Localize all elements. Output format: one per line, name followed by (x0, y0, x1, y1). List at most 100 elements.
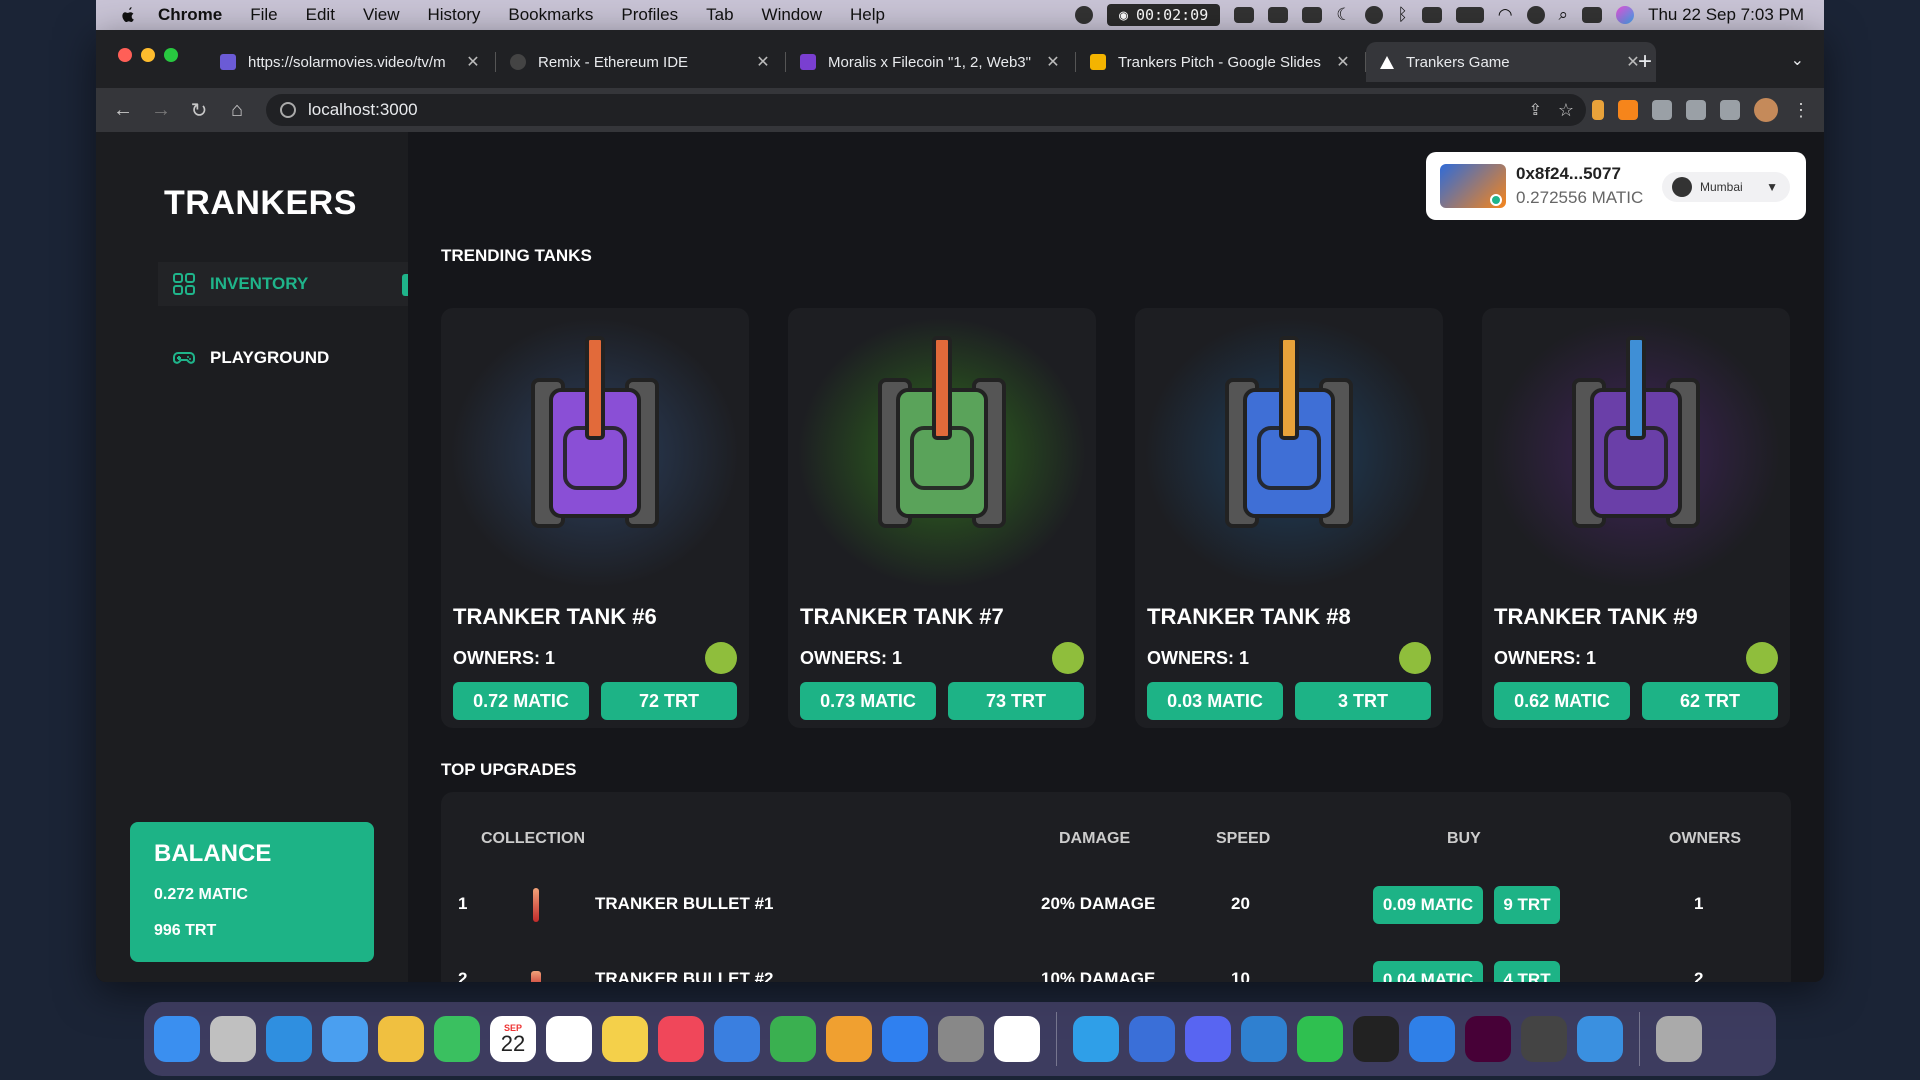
remix-icon[interactable] (1129, 1016, 1175, 1062)
keyboard-icon[interactable] (1421, 7, 1442, 23)
pages-icon[interactable] (826, 1016, 872, 1062)
side-panel-icon[interactable] (1720, 100, 1740, 120)
play-icon[interactable] (1365, 6, 1384, 24)
battery-icon[interactable] (1455, 7, 1484, 23)
profile-avatar[interactable] (1754, 98, 1778, 122)
menu-window[interactable]: Window (762, 5, 822, 25)
tab-search-chevron-icon[interactable]: ⌄ (1791, 50, 1804, 70)
buy-trt-button[interactable]: 72 TRT (601, 682, 737, 720)
finder-icon[interactable] (154, 1016, 200, 1062)
calendar-icon[interactable]: SEP 22 (490, 1016, 536, 1062)
buy-matic-button[interactable]: 0.73 MATIC (800, 682, 936, 720)
close-tab-icon[interactable]: ✕ (1044, 52, 1062, 72)
mouse-icon[interactable] (1302, 7, 1323, 23)
mail-icon[interactable] (322, 1016, 368, 1062)
buy-matic-button[interactable]: 0.62 MATIC (1494, 682, 1630, 720)
buy-trt-button[interactable]: 4 TRT (1494, 961, 1560, 982)
wallet-address[interactable]: 0x8f24...5077 (1516, 164, 1643, 184)
close-tab-icon[interactable]: ✕ (1334, 52, 1352, 72)
buy-trt-button[interactable]: 9 TRT (1494, 886, 1560, 924)
spotlight-icon[interactable]: ⌕ (1559, 5, 1569, 25)
tab-remix[interactable]: Remix - Ethereum IDE ✕ (496, 42, 786, 82)
buy-trt-button[interactable]: 3 TRT (1295, 682, 1431, 720)
metamask-extension-icon[interactable] (1618, 100, 1638, 120)
puzzle-extensions-icon[interactable] (1652, 100, 1672, 120)
whatsapp-icon[interactable] (1297, 1016, 1343, 1062)
close-tab-icon[interactable]: ✕ (754, 52, 772, 72)
terminal-icon[interactable] (1353, 1016, 1399, 1062)
tab-moralis[interactable]: Moralis x Filecoin "1, 2, Web3" ✕ (786, 42, 1076, 82)
quicktime-icon[interactable] (1521, 1016, 1567, 1062)
tank-card[interactable]: TRANKER TANK #7 OWNERS: 1 0.73 MATIC 73 … (788, 308, 1096, 728)
vscode-icon[interactable] (1241, 1016, 1287, 1062)
site-info-icon[interactable] (280, 102, 296, 118)
discord-icon[interactable] (1185, 1016, 1231, 1062)
menu-app-name[interactable]: Chrome (158, 5, 222, 25)
keynote-icon[interactable] (714, 1016, 760, 1062)
chrome-icon[interactable] (994, 1016, 1040, 1062)
url-text[interactable]: localhost:3000 (308, 100, 418, 120)
back-button[interactable]: ← (104, 99, 142, 122)
cloud-icon[interactable] (1234, 7, 1255, 23)
network-selector[interactable]: Mumbai ▼ (1662, 172, 1790, 202)
table-row[interactable]: 2 TRANKER BULLET #2 10% DAMAGE 10 0.04 M… (441, 955, 1791, 982)
sidebar-item-inventory[interactable]: INVENTORY (158, 262, 408, 306)
menubar-datetime[interactable]: Thu 22 Sep 7:03 PM (1648, 5, 1804, 25)
moon-icon[interactable]: ☾ (1336, 5, 1351, 25)
preview-icon[interactable] (1577, 1016, 1623, 1062)
buy-trt-button[interactable]: 62 TRT (1642, 682, 1778, 720)
xd-icon[interactable] (1465, 1016, 1511, 1062)
reload-button[interactable]: ↻ (180, 98, 218, 123)
close-window-button[interactable] (118, 48, 132, 62)
tab-trankers-game[interactable]: Trankers Game ✕ (1366, 42, 1656, 82)
screen-recorder-timer[interactable]: ◉ 00:02:09 (1106, 4, 1221, 26)
control-center-icon[interactable] (1582, 7, 1603, 23)
facetime-icon[interactable] (434, 1016, 480, 1062)
sidebar-item-playground[interactable]: PLAYGROUND (158, 336, 408, 380)
menu-edit[interactable]: Edit (306, 5, 335, 25)
buy-matic-button[interactable]: 0.09 MATIC (1373, 886, 1483, 924)
tab-solarmovies[interactable]: https://solarmovies.video/tv/m ✕ (206, 42, 496, 82)
chrome-menu-icon[interactable]: ⋮ (1792, 100, 1810, 121)
tank-card[interactable]: TRANKER TANK #9 OWNERS: 1 0.62 MATIC 62 … (1482, 308, 1790, 728)
bluetooth-icon[interactable]: ᛒ (1397, 5, 1407, 25)
media-queue-icon[interactable] (1686, 100, 1706, 120)
menu-profiles[interactable]: Profiles (621, 5, 678, 25)
new-tab-button[interactable]: + (1638, 48, 1652, 76)
minimize-window-button[interactable] (141, 48, 155, 62)
table-row[interactable]: 1 TRANKER BULLET #1 20% DAMAGE 20 0.09 M… (441, 880, 1791, 930)
menu-tab[interactable]: Tab (706, 5, 733, 25)
record-stop-icon[interactable] (1074, 6, 1093, 24)
safari-icon[interactable] (266, 1016, 312, 1062)
tank-card[interactable]: TRANKER TANK #8 OWNERS: 1 0.03 MATIC 3 T… (1135, 308, 1443, 728)
tab-google-slides[interactable]: Trankers Pitch - Google Slides ✕ (1076, 42, 1366, 82)
launchpad-icon[interactable] (210, 1016, 256, 1062)
siri-icon[interactable] (1616, 6, 1635, 24)
bookmark-star-icon[interactable]: ☆ (1558, 100, 1574, 121)
skype-icon[interactable] (1073, 1016, 1119, 1062)
share-icon[interactable]: ⇪ (1529, 100, 1542, 120)
apple-icon[interactable] (118, 5, 138, 25)
wallet-connect-widget[interactable]: 0x8f24...5077 0.272556 MATIC Mumbai ▼ (1426, 152, 1806, 220)
home-button[interactable]: ⌂ (218, 99, 256, 122)
notes-icon[interactable] (602, 1016, 648, 1062)
buy-matic-button[interactable]: 0.72 MATIC (453, 682, 589, 720)
app-store-icon[interactable] (882, 1016, 928, 1062)
menu-help[interactable]: Help (850, 5, 885, 25)
buy-trt-button[interactable]: 73 TRT (948, 682, 1084, 720)
extension-yellow-icon[interactable] (1592, 100, 1604, 120)
address-bar[interactable]: localhost:3000 ⇪ ☆ (266, 94, 1586, 126)
buy-matic-button[interactable]: 0.03 MATIC (1147, 682, 1283, 720)
trash-icon[interactable] (1656, 1016, 1702, 1062)
wifi-icon[interactable]: ◠ (1498, 5, 1513, 25)
photos-icon[interactable] (378, 1016, 424, 1062)
tank-card[interactable]: TRANKER TANK #6 OWNERS: 1 0.72 MATIC 72 … (441, 308, 749, 728)
forward-button[interactable]: → (142, 99, 180, 122)
app-logo[interactable]: TRANKERS (164, 184, 357, 223)
menu-bookmarks[interactable]: Bookmarks (508, 5, 593, 25)
zoom-window-button[interactable] (164, 48, 178, 62)
numbers-icon[interactable] (770, 1016, 816, 1062)
music-icon[interactable] (658, 1016, 704, 1062)
checkmark-icon[interactable] (1268, 7, 1289, 23)
system-settings-icon[interactable] (938, 1016, 984, 1062)
